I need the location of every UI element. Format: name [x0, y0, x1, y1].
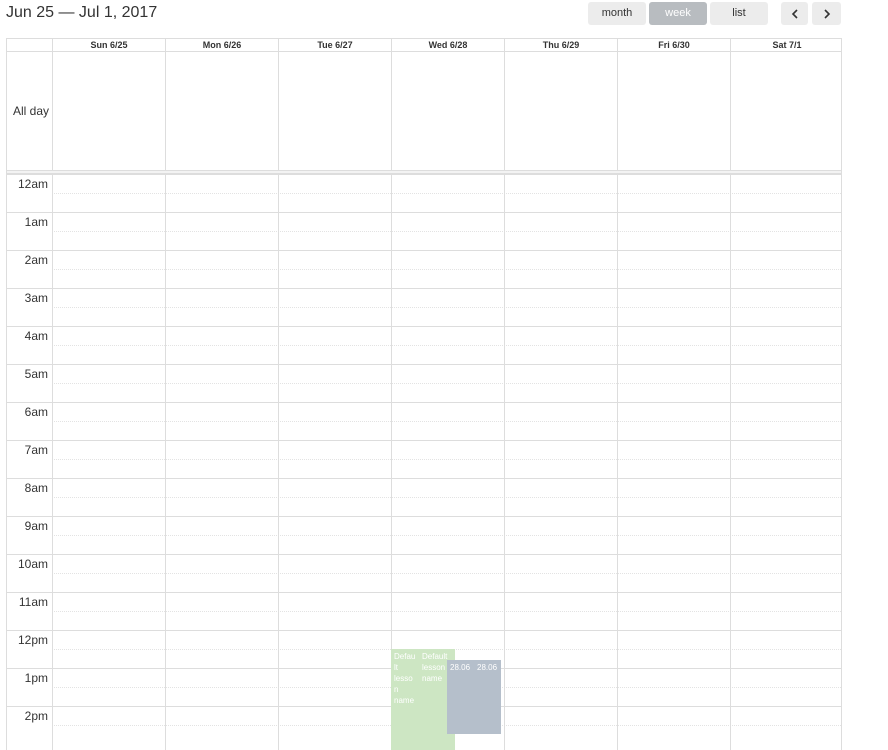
event-label: 28.06: [450, 663, 471, 672]
allday-cell[interactable]: [52, 52, 165, 170]
time-label: 9am: [24, 519, 48, 533]
hour-line: [7, 516, 841, 517]
time-label: 10am: [17, 557, 48, 571]
time-label: 1am: [24, 215, 48, 229]
allday-cell[interactable]: [165, 52, 278, 170]
hour-line: [7, 326, 841, 327]
hour-line: [7, 402, 841, 403]
day-header-thu: Thu 6/29: [504, 39, 617, 52]
prev-button[interactable]: [781, 2, 808, 25]
week-calendar: Sun 6/25 Mon 6/26 Tue 6/27 Wed 6/28 Thu …: [6, 38, 842, 750]
hour-line: [7, 174, 841, 175]
calendar-event[interactable]: Default lesson name: [391, 649, 419, 750]
event-label: 28.06: [477, 663, 498, 672]
week-view-button[interactable]: week: [649, 2, 707, 25]
half-hour-line: [52, 497, 841, 498]
hour-line: [7, 250, 841, 251]
column-divider: [278, 174, 279, 750]
calendar-event[interactable]: 28.06: [447, 660, 474, 734]
hour-line: [7, 478, 841, 479]
half-hour-line: [52, 307, 841, 308]
column-divider: [730, 174, 731, 750]
day-header-tue: Tue 6/27: [278, 39, 391, 52]
time-label: 6am: [24, 405, 48, 419]
allday-cell[interactable]: [504, 52, 617, 170]
hour-line: [7, 630, 841, 631]
time-label: 11am: [18, 595, 48, 609]
time-label: 2am: [24, 253, 48, 267]
day-header-sat: Sat 7/1: [730, 39, 841, 52]
time-label: 12pm: [17, 633, 48, 647]
event-label: Default lesson name: [394, 652, 416, 705]
allday-label: All day: [12, 104, 49, 118]
day-header-mon: Mon 6/26: [165, 39, 278, 52]
chevron-right-icon: [823, 9, 830, 19]
time-label: 8am: [24, 481, 48, 495]
time-label: 7am: [24, 443, 48, 457]
chevron-left-icon: [791, 9, 798, 19]
column-divider: [617, 174, 618, 750]
half-hour-line: [52, 345, 841, 346]
half-hour-line: [52, 269, 841, 270]
next-button[interactable]: [812, 2, 841, 25]
column-divider: [504, 174, 505, 750]
time-label: 5am: [24, 367, 48, 381]
half-hour-line: [52, 535, 841, 536]
time-label: 4am: [24, 329, 48, 343]
column-divider: [165, 174, 166, 750]
calendar-event[interactable]: 28.06: [474, 660, 501, 734]
time-grid[interactable]: 12am 1am 2am 3am 4am 5am 6am 7am 8am 9am 10am 11am 1…: [7, 174, 841, 750]
column-divider: [52, 174, 53, 750]
allday-cell[interactable]: [617, 52, 730, 170]
half-hour-line: [52, 231, 841, 232]
allday-row: All day: [7, 52, 841, 171]
page-title: Jun 25 — Jul 1, 2017: [6, 4, 158, 21]
month-view-button[interactable]: month: [588, 2, 646, 25]
time-label: 12am: [17, 177, 48, 191]
half-hour-line: [52, 611, 841, 612]
day-header-fri: Fri 6/30: [617, 39, 730, 52]
day-header-wed: Wed 6/28: [391, 39, 504, 52]
half-hour-line: [52, 193, 841, 194]
allday-cell[interactable]: [730, 52, 841, 170]
hour-line: [7, 212, 841, 213]
time-label: 1pm: [24, 671, 48, 685]
hour-line: [7, 592, 841, 593]
list-view-button[interactable]: list: [710, 2, 768, 25]
time-label: 3am: [24, 291, 48, 305]
hour-line: [7, 364, 841, 365]
hour-line: [7, 554, 841, 555]
half-hour-line: [52, 421, 841, 422]
half-hour-line: [52, 383, 841, 384]
hour-line: [7, 440, 841, 441]
allday-cell[interactable]: [391, 52, 504, 170]
day-header-sun: Sun 6/25: [52, 39, 165, 52]
hour-line: [7, 288, 841, 289]
allday-cell[interactable]: [278, 52, 391, 170]
half-hour-line: [52, 573, 841, 574]
half-hour-line: [52, 459, 841, 460]
day-header-row: Sun 6/25 Mon 6/26 Tue 6/27 Wed 6/28 Thu …: [7, 38, 841, 52]
time-label: 2pm: [24, 709, 48, 723]
